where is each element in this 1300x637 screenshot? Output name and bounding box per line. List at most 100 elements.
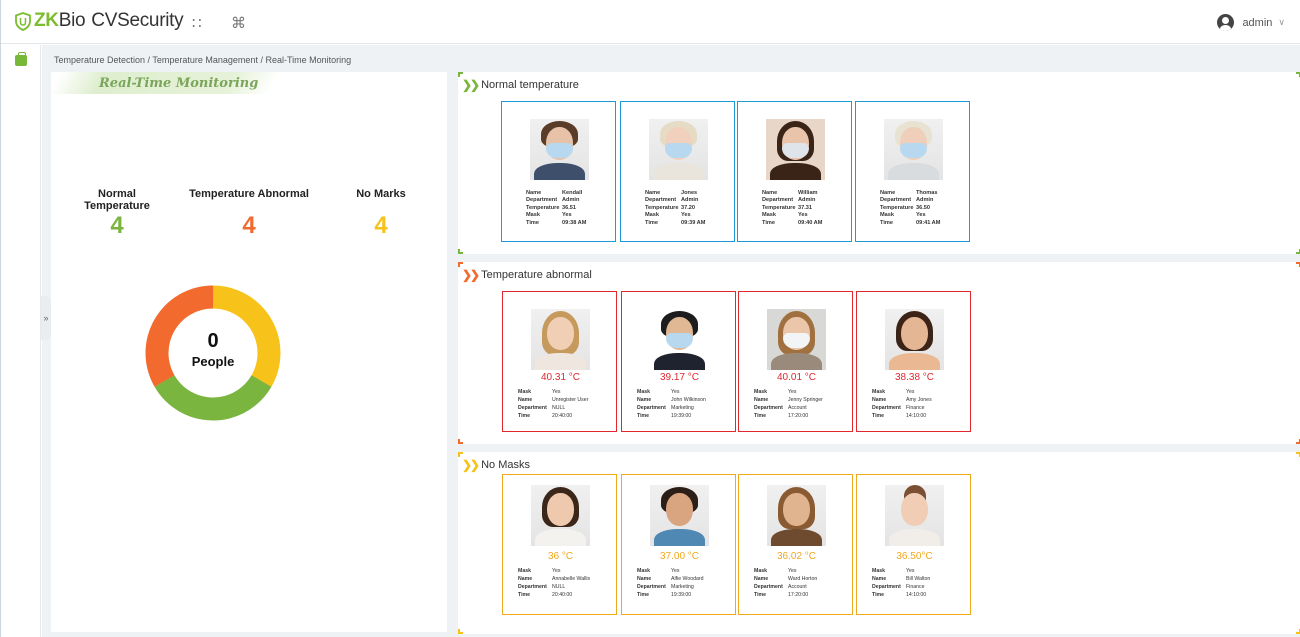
corner-marker — [1296, 262, 1300, 267]
donut-unit: People — [191, 354, 235, 369]
person-name: Ward Horton — [788, 576, 818, 582]
logo-product: CVSecurity — [91, 10, 184, 31]
person-info: Mask Yes Name Bill Walton Department Financ… — [872, 568, 931, 598]
section-title-text: Normal temperature — [481, 79, 579, 91]
person-info: Mask Yes Name Amy Jones Department Finance … — [872, 389, 932, 419]
top-header: ZK Bio CVSecurity ∷ ⌘ admin ∨ — [1, 0, 1300, 44]
section-title: ❯❯ No Masks — [462, 458, 530, 472]
person-info: Mask Yes Name Unregister User Department NU… — [518, 389, 589, 419]
summary-panel: Real-Time Monitoring Normal Temperature … — [48, 72, 447, 632]
double-chevron-icon: ❯❯ — [462, 268, 480, 282]
person-info: Mask Yes Name Jenny Springer Department Acc… — [754, 389, 823, 419]
donut-count: 0 — [207, 330, 219, 352]
user-avatar-icon — [1217, 14, 1235, 31]
logo-bio: Bio — [58, 10, 86, 31]
person-card[interactable]: 39.17 °C Mask Yes Name John Wilkinson Depa… — [621, 291, 736, 432]
person-temperature: 37.00 °C — [659, 551, 700, 562]
person-card[interactable]: Name Kendall Department Admin Temperature 3… — [501, 101, 616, 242]
person-temperature: 40.01 °C — [776, 372, 817, 383]
person-temperature: 36.50°C — [896, 551, 933, 562]
person-card[interactable]: 36.50°C Mask Yes Name Bill Walton Departme… — [856, 474, 971, 615]
section-title-text: No Masks — [481, 459, 531, 471]
section-no-masks: ❯❯ No Masks 36 °C Mask Yes Name Annabelle … — [458, 452, 1300, 634]
person-photo — [650, 309, 709, 370]
person-info: Mask Yes Name Annabelle Wallis Department N… — [518, 568, 591, 598]
corner-marker — [458, 72, 463, 77]
section-temperature-abnormal: ❯❯ Temperature abnormal 40.31 °C Mask Yes… — [458, 262, 1300, 444]
section-normal-temperature: ❯❯ Normal temperature Name Kendall Depart… — [458, 72, 1300, 254]
stat-normal-label: Normal Temperature — [84, 188, 150, 212]
stat-nomask-label: No Marks — [356, 188, 406, 200]
corner-marker — [458, 439, 463, 444]
person-name: William — [798, 190, 818, 196]
person-name: Annabelle Wallis — [552, 576, 591, 582]
stat-normal-value: 4 — [110, 212, 124, 239]
person-name: Bill Walton — [906, 576, 931, 582]
module-briefcase-icon[interactable] — [15, 52, 27, 66]
person-temperature: 36.02 °C — [776, 551, 817, 562]
app-logo[interactable]: ZK Bio CVSecurity — [15, 10, 184, 32]
person-temperature: 36 °C — [547, 551, 574, 562]
person-info: Name William Department Admin Temperature 3… — [762, 190, 823, 226]
logo-zk: ZK — [34, 10, 59, 31]
double-chevron-icon: ❯❯ — [462, 78, 480, 92]
person-info: Name Jones Department Admin Temperature 37.… — [645, 190, 706, 226]
person-photo — [885, 485, 944, 546]
person-name: Alfie Woodard — [671, 576, 704, 582]
person-info: Name Thomas Department Admin Temperature 36… — [880, 190, 941, 226]
person-temperature: 39.17 °C — [659, 372, 700, 383]
person-photo — [766, 119, 825, 180]
chevron-down-icon: ∨ — [1278, 17, 1285, 27]
corner-marker — [1296, 249, 1300, 254]
person-photo — [767, 485, 826, 546]
person-temperature: 38.38 °C — [894, 372, 935, 383]
person-card[interactable]: Name Jones Department Admin Temperature 37.… — [620, 101, 735, 242]
shield-logo-icon — [15, 11, 31, 31]
person-card[interactable]: 37.00 °C Mask Yes Name Alfie Woodard Depar… — [621, 474, 736, 615]
person-photo — [530, 119, 589, 180]
person-photo — [649, 119, 708, 180]
person-name: John Wilkinson — [671, 397, 706, 403]
person-card[interactable]: Name Thomas Department Admin Temperature 36… — [855, 101, 970, 242]
person-card[interactable]: 36 °C Mask Yes Name Annabelle Wallis Depar… — [502, 474, 617, 615]
person-name: Thomas — [916, 190, 938, 196]
person-card[interactable]: 40.31 °C Mask Yes Name Unregister User Dep… — [502, 291, 617, 432]
person-card[interactable]: 40.01 °C Mask Yes Name Jenny Springer Depa… — [738, 291, 853, 432]
person-info: Mask Yes Name John Wilkinson Department Mar… — [637, 389, 706, 419]
person-name: Kendall — [562, 190, 583, 196]
person-name: Jones — [681, 190, 698, 196]
apps-grid-icon[interactable]: ∷ — [192, 14, 202, 32]
corner-marker — [458, 452, 463, 457]
double-chevron-icon: ❯❯ — [462, 458, 480, 472]
person-photo — [531, 309, 590, 370]
section-title: ❯❯ Normal temperature — [462, 78, 579, 92]
person-info: Mask Yes Name Alfie Woodard Department Mark… — [637, 568, 704, 598]
person-name: Amy Jones — [906, 397, 932, 403]
person-photo — [767, 309, 826, 370]
side-rail — [1, 45, 41, 637]
person-card[interactable]: Name William Department Admin Temperature 3… — [737, 101, 852, 242]
person-photo — [650, 485, 709, 546]
stat-abnormal-label: Temperature Abnormal — [189, 188, 309, 200]
stat-nomask-value: 4 — [374, 212, 388, 239]
person-photo — [531, 485, 590, 546]
person-card[interactable]: 38.38 °C Mask Yes Name Amy Jones Departmen… — [856, 291, 971, 432]
corner-marker — [1296, 72, 1300, 77]
corner-marker — [1296, 452, 1300, 457]
corner-marker — [458, 249, 463, 254]
user-menu[interactable]: admin ∨ — [1217, 14, 1285, 31]
section-title: ❯❯ Temperature abnormal — [462, 268, 592, 282]
person-temperature: 40.31 °C — [540, 372, 581, 383]
person-name: Unregister User — [552, 397, 589, 403]
person-card[interactable]: 36.02 °C Mask Yes Name Ward Horton Departm… — [738, 474, 853, 615]
corner-marker — [1296, 439, 1300, 444]
person-info: Name Kendall Department Admin Temperature 3… — [526, 190, 587, 226]
command-icon[interactable]: ⌘ — [231, 14, 246, 32]
stat-abnormal-value: 4 — [242, 212, 256, 239]
collapse-panel-toggle[interactable]: » — [41, 296, 51, 340]
corner-marker — [458, 629, 463, 634]
person-info: Mask Yes Name Ward Horton Department Accoun… — [754, 568, 818, 598]
person-photo — [884, 119, 943, 180]
breadcrumb: Temperature Detection / Temperature Mana… — [54, 55, 352, 65]
person-name: Jenny Springer — [788, 397, 823, 403]
